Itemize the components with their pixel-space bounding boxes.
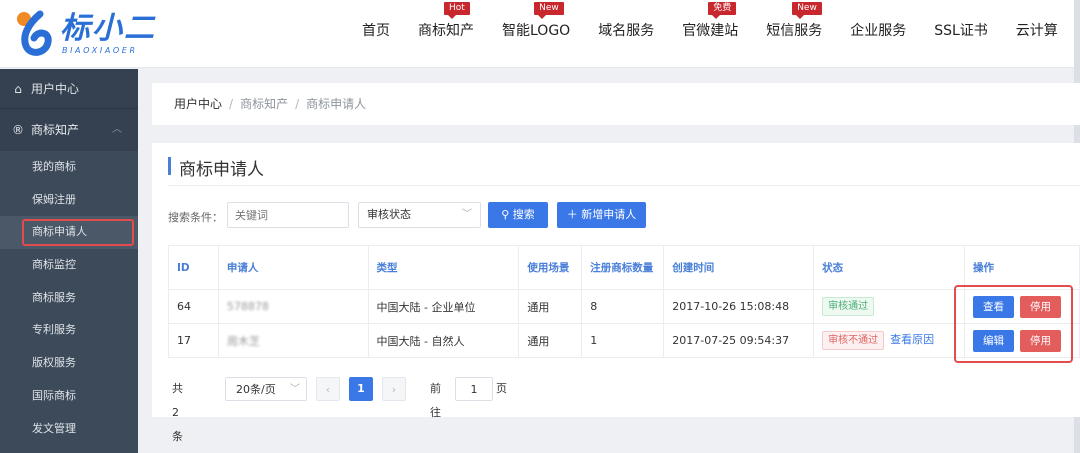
search-icon: ⚲ [501,208,513,221]
main-nav: 首页 商标知产 Hot 智能LOGO New 域名服务 官微建站 免费 短信服务 New… [348,0,1080,62]
col-actions: 操作 [964,245,1080,290]
sidebar-item-patent[interactable]: 专利服务 [0,314,138,347]
home-icon: ⌂ [14,82,22,96]
chevron-left-icon: ‹ [325,383,331,396]
status-badge: 审核不通过 [822,331,885,350]
nav-item-website[interactable]: 官微建站 免费 [668,0,752,62]
page-label: 页 [496,382,507,395]
table-row: 17 周木芝 中国大陆 - 自然人 通用 1 2017-07-25 09:54:… [168,323,1080,358]
cell-type: 中国大陆 - 企业单位 [367,289,520,324]
sidebar-item-copyright[interactable]: 版权服务 [0,347,138,380]
search-label: 搜索条件： [168,211,223,224]
cell-scene: 通用 [518,289,583,324]
col-applicant: 申请人 [217,245,369,290]
sidebar-item-documents[interactable]: 发文管理 [0,413,138,446]
nav-item-logo[interactable]: 智能LOGO New [488,0,584,62]
cell-created: 2017-10-26 15:08:48 [663,289,815,324]
breadcrumb: 用户中心 / 商标知产 / 商标申请人 [152,83,1080,125]
sidebar: ⌂ 用户中心 ® 商标知产 ︿ 我的商标 保姆注册 商标申请人 商标监控 商标服务 … [0,69,138,453]
status-select[interactable]: 审核状态 ﹀ [358,202,481,228]
table-header: ID 申请人 类型 使用场景 注册商标数量 创建时间 状态 操作 [168,245,1080,290]
free-badge: 免费 [708,2,737,19]
chevron-down-icon: ﹀ [462,209,472,220]
cell-type: 中国大陆 - 自然人 [367,323,520,358]
breadcrumb-separator: / [295,97,300,111]
chevron-up-icon: ︿ [112,124,122,135]
plus-icon: ＋ [566,208,582,221]
sidebar-item-user-center[interactable]: ⌂ 用户中心 [0,69,138,109]
cell-status: 审核通过 [813,289,966,324]
nav-item-enterprise[interactable]: 企业服务 [836,0,920,62]
page-title: 商标申请人 [179,160,264,180]
sidebar-item-monitoring[interactable]: 商标监控 [0,249,138,282]
nav-item-trademark[interactable]: 商标知产 Hot [404,0,488,62]
cell-created: 2017-07-25 09:54:37 [663,323,815,358]
chevron-down-icon: ﹀ [290,384,300,395]
brand-sub: BIAOXIAOER [62,46,138,55]
cell-applicant: 578878 [217,289,369,324]
col-type: 类型 [367,245,520,290]
page-size-select[interactable]: 20条/页 ﹀ [225,377,307,401]
sidebar-item-applicants[interactable]: 商标申请人 [0,216,138,250]
logo-mark-icon [17,10,52,56]
status-badge: 审核通过 [822,297,875,316]
prev-page-button[interactable]: ‹ [316,377,340,401]
nav-item-cloud[interactable]: 云计算 [1002,0,1072,62]
sidebar-item-trademark-service[interactable]: 商标服务 [0,282,138,315]
title-accent [168,157,171,175]
col-status: 状态 [813,245,966,290]
cell-id: 64 [168,289,219,324]
col-count: 注册商标数量 [581,245,665,290]
breadcrumb-separator: / [229,97,234,111]
cell-applicant: 周木芝 [217,323,369,358]
breadcrumb-root[interactable]: 用户中心 [174,97,222,111]
cell-id: 17 [168,323,219,358]
cell-status: 审核不通过 查看原因 [813,323,966,358]
cell-count[interactable]: 1 [581,323,665,358]
cell-scene: 通用 [518,323,583,358]
nav-item-home[interactable]: 首页 [348,0,404,62]
breadcrumb-current: 商标申请人 [306,97,367,111]
applicants-table: ID 申请人 类型 使用场景 注册商标数量 创建时间 状态 操作 64 5788… [168,245,1080,358]
next-page-button[interactable]: › [382,377,406,401]
goto-page-input[interactable]: 1 [455,377,493,401]
search-button[interactable]: ⚲ 搜索 [488,202,548,228]
goto-label: 前往 [430,382,441,419]
breadcrumb-mid[interactable]: 商标知产 [240,97,288,111]
col-created: 创建时间 [663,245,815,290]
applicant-name: 578878 [226,300,269,313]
col-scene: 使用场景 [518,245,583,290]
top-header: 标小二 BIAOXIAOER 首页 商标知产 Hot 智能LOGO New 域名服务… [0,0,1080,68]
cell-count[interactable]: 8 [581,289,665,324]
table-row: 64 578878 中国大陆 - 企业单位 通用 8 2017-10-26 15… [168,289,1080,324]
sidebar-item-nanny-registration[interactable]: 保姆注册 [0,184,138,217]
applicant-name: 周木芝 [226,334,260,348]
new-badge: New [534,2,564,19]
new-badge: New [792,2,822,19]
divider [168,185,1080,186]
highlight-box [22,219,134,247]
brand-name: 标小二 [60,11,156,46]
keyword-input[interactable] [227,202,349,228]
sidebar-item-my-trademarks[interactable]: 我的商标 [0,151,138,184]
sidebar-group-trademark[interactable]: ® 商标知产 ︿ [0,109,138,151]
nav-item-domain[interactable]: 域名服务 [584,0,668,62]
col-id: ID [168,245,219,290]
registered-icon: ® [12,123,24,137]
add-applicant-button[interactable]: ＋ 新增申请人 [557,202,646,228]
sidebar-item-international[interactable]: 国际商标 [0,380,138,413]
current-page[interactable]: 1 [349,377,373,401]
hot-badge: Hot [444,2,470,19]
highlight-box [954,285,1073,363]
pager-total: 共 2 条 [172,382,183,443]
nav-item-sms[interactable]: 短信服务 New [752,0,836,62]
main-panel: 商标申请人 搜索条件： 审核状态﹀ ⚲ 搜索 ＋ 新增申请人 ID 申请人 类型… [152,143,1080,443]
view-reason-link[interactable]: 查看原因 [890,333,934,346]
chevron-right-icon: › [391,383,397,396]
nav-item-ssl[interactable]: SSL证书 [920,0,1002,62]
logo[interactable]: 标小二 BIAOXIAOER [14,8,164,60]
